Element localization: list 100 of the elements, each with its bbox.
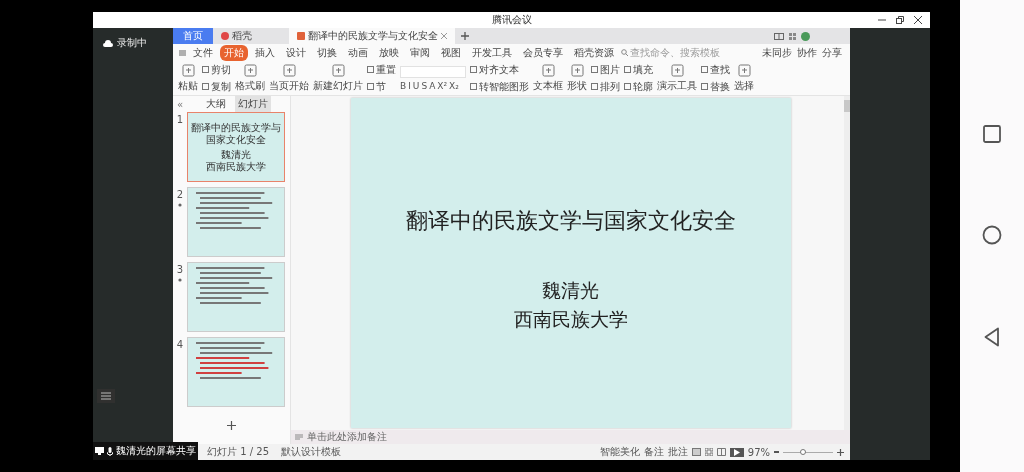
- collapse-button[interactable]: «: [177, 98, 184, 110]
- recent-apps-icon[interactable]: [983, 125, 1001, 143]
- zoom-value[interactable]: 97%: [747, 446, 770, 458]
- avatar-icon[interactable]: [801, 31, 810, 41]
- menu-tab[interactable]: 会员专享: [519, 44, 567, 61]
- home-icon[interactable]: [982, 225, 1002, 245]
- ribbon-button[interactable]: 形状: [567, 63, 587, 93]
- tool-icon: [367, 66, 374, 73]
- format-button[interactable]: I: [408, 80, 411, 91]
- presentation-icon: [297, 32, 305, 40]
- toolbar-action[interactable]: 分享: [822, 45, 842, 60]
- slide-thumbnail[interactable]: [187, 337, 285, 407]
- panel-tab[interactable]: 大纲: [203, 96, 230, 112]
- share-label: 魏清光的屏幕共享: [116, 444, 196, 458]
- format-button[interactable]: A: [429, 80, 436, 91]
- beautify-button[interactable]: 智能美化: [599, 445, 640, 459]
- ribbon-button[interactable]: 复制: [202, 79, 231, 94]
- comments-button[interactable]: 批注: [667, 445, 688, 459]
- window-title: 腾讯会议: [491, 13, 532, 27]
- ribbon-button[interactable]: 轮廓: [624, 79, 653, 94]
- menu-tab[interactable]: 开发工具: [468, 44, 516, 61]
- format-button[interactable]: U: [412, 80, 420, 91]
- tool-icon: [243, 63, 257, 77]
- notes-button[interactable]: 备注: [643, 445, 664, 459]
- ribbon-button[interactable]: 当页开始: [269, 63, 309, 93]
- tool-icon: [202, 66, 209, 73]
- slide-thumbnail[interactable]: [187, 262, 285, 332]
- menu-tab[interactable]: 设计: [282, 44, 310, 61]
- ribbon-button[interactable]: 图片: [591, 62, 620, 77]
- ribbon-button[interactable]: 文本框: [533, 63, 563, 93]
- menu-tab[interactable]: 审阅: [406, 44, 434, 61]
- ribbon-button[interactable]: 对齐文本: [470, 62, 529, 77]
- close-icon[interactable]: [914, 16, 922, 24]
- slide-thumbnail[interactable]: [187, 187, 285, 257]
- play-button[interactable]: [729, 447, 744, 457]
- menu-tab[interactable]: 稻壳资源: [570, 44, 618, 61]
- format-button[interactable]: S: [421, 80, 428, 91]
- zoom-in-icon[interactable]: [837, 448, 844, 456]
- ribbon-button[interactable]: 节: [367, 79, 396, 94]
- slide-thumbnail[interactable]: 翻译中的民族文学与国家文化安全 魏清光 西南民族大学: [187, 112, 285, 182]
- screen-icon: [95, 447, 104, 455]
- zoom-slider[interactable]: [800, 448, 806, 455]
- document-tab[interactable]: 翻译中的民族文学与文化安全: [289, 28, 455, 44]
- ribbon-button[interactable]: 排列: [591, 79, 620, 94]
- tool-icon: [570, 63, 584, 77]
- ribbon-button[interactable]: 格式刷: [235, 63, 265, 93]
- thumbnail-text: 西南民族大学: [205, 160, 267, 173]
- toolbar-action[interactable]: 协作: [797, 45, 817, 60]
- document-tab[interactable]: 首页: [173, 28, 213, 44]
- scrollbar-thumb[interactable]: [844, 100, 850, 112]
- slide-canvas[interactable]: 翻译中的民族文学与国家文化安全 魏清光 西南民族大学: [350, 98, 791, 428]
- book-icon[interactable]: [716, 448, 726, 456]
- layout-icon[interactable]: [774, 32, 784, 40]
- ribbon-button[interactable]: 新建幻灯片: [313, 63, 363, 93]
- back-icon[interactable]: [984, 327, 1000, 347]
- tool-icon: [367, 83, 374, 90]
- tool-icon: [737, 63, 751, 77]
- ribbon-button[interactable]: 粘贴: [178, 63, 198, 93]
- ribbon-button[interactable]: 演示工具: [657, 63, 697, 93]
- tool-icon: [541, 63, 555, 77]
- toolbar-action[interactable]: 未同步: [762, 45, 792, 60]
- minimize-icon[interactable]: [878, 16, 886, 24]
- slide-title: 翻译中的民族文学与国家文化安全: [405, 207, 736, 235]
- panel-tab[interactable]: 幻灯片: [235, 96, 272, 112]
- ribbon-button[interactable]: 替换: [701, 79, 730, 94]
- ribbon-button[interactable]: 剪切: [202, 62, 231, 77]
- font-field[interactable]: [400, 65, 466, 78]
- ribbon-button[interactable]: 转智能图形: [470, 79, 529, 94]
- menu-tab[interactable]: 文件: [189, 44, 217, 61]
- tool-icon: [624, 83, 631, 90]
- document-tab[interactable]: 稻壳: [213, 28, 289, 44]
- slide-number: 4: [176, 339, 184, 350]
- slide-number: 3: [176, 264, 184, 275]
- restore-icon[interactable]: [896, 16, 904, 24]
- ribbon-button[interactable]: 选择: [734, 63, 754, 93]
- notes-placeholder[interactable]: 单击此处添加备注: [307, 430, 387, 444]
- format-button[interactable]: X²: [437, 80, 448, 91]
- grid-icon[interactable]: [789, 32, 796, 40]
- menu-tab[interactable]: 动画: [344, 44, 372, 61]
- recording-status: 录制中: [117, 36, 147, 50]
- list-button[interactable]: [97, 389, 115, 403]
- menu-tab[interactable]: 放映: [375, 44, 403, 61]
- menu-tab[interactable]: 插入: [251, 44, 279, 61]
- tool-icon: [624, 66, 631, 73]
- add-slide-icon[interactable]: [227, 421, 236, 430]
- ribbon-button[interactable]: 查找: [701, 62, 730, 77]
- slide-count: 幻灯片 1 / 25: [207, 445, 269, 459]
- format-button[interactable]: X₂: [449, 80, 459, 91]
- tool-icon: [701, 66, 708, 73]
- menu-tab[interactable]: 视图: [437, 44, 465, 61]
- ribbon-button[interactable]: 重置: [367, 62, 396, 77]
- format-button[interactable]: B: [400, 80, 407, 91]
- slide-author: 魏清光: [542, 278, 599, 303]
- search-field[interactable]: 查找命令、搜索模板: [630, 47, 730, 58]
- cloud-icon: [103, 39, 113, 47]
- grid-view-icon[interactable]: [704, 448, 713, 456]
- add-tab-icon[interactable]: [461, 32, 469, 40]
- menu-tab[interactable]: 切换: [313, 44, 341, 61]
- ribbon-button[interactable]: 填充: [624, 62, 653, 77]
- normal-view-icon[interactable]: [691, 448, 701, 456]
